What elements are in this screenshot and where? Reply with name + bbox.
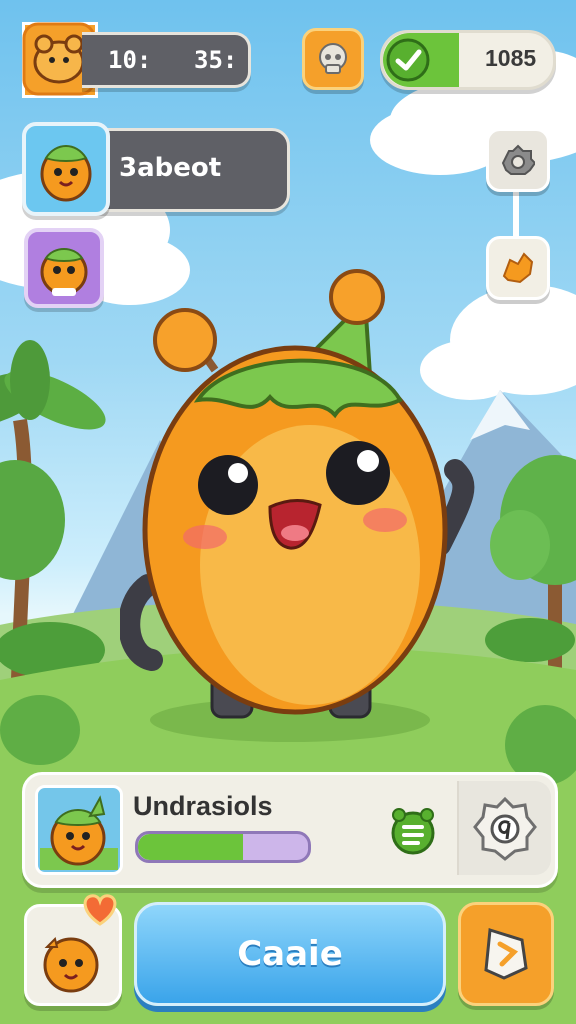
timer-left-text: 10: <box>108 46 152 74</box>
main-action-button[interactable]: Caaie <box>134 902 446 1006</box>
settings-button[interactable] <box>486 128 550 192</box>
heart-icon <box>83 894 117 926</box>
bush-right <box>485 618 575 662</box>
pet-slot-2-portrait-icon <box>40 248 88 296</box>
coin-count: 1085 <box>485 45 537 71</box>
mango-pet-character[interactable] <box>120 265 480 735</box>
bush-front-left <box>0 695 80 765</box>
main-action-label: Caaie <box>237 934 343 974</box>
timer-right-text: 35: <box>194 46 238 74</box>
status-pet-portrait-icon <box>40 795 118 870</box>
skull-button[interactable] <box>302 28 364 90</box>
selected-pet-name: 3abeot <box>119 153 222 183</box>
pet-status-panel: Undrasiols <box>22 772 558 888</box>
skull-icon <box>319 43 347 74</box>
gear-icon <box>501 144 535 175</box>
status-progress-fill <box>138 834 244 860</box>
badge-settings-icon[interactable] <box>473 797 537 861</box>
paper-arrow-icon <box>484 928 528 980</box>
pet-slot-2[interactable] <box>24 228 104 308</box>
pet-slot-1[interactable] <box>22 122 110 216</box>
pet-slot-1-portrait-icon <box>40 145 92 202</box>
checkmark-icon <box>386 38 430 82</box>
status-pet-portrait <box>35 785 123 875</box>
leaf-button[interactable] <box>486 236 550 300</box>
timer-bar: 10: 35: <box>82 32 251 88</box>
green-creature-icon[interactable] <box>387 805 439 857</box>
status-progress-bar <box>135 831 311 863</box>
next-button[interactable] <box>458 902 554 1006</box>
orange-leaf-icon <box>502 252 534 284</box>
status-pet-name: Undrasiols <box>133 791 273 821</box>
coin-counter: 1085 <box>380 30 556 90</box>
game-screen: 10: 35: 1085 3abeot Undrasiols Caaie <box>0 0 576 1024</box>
